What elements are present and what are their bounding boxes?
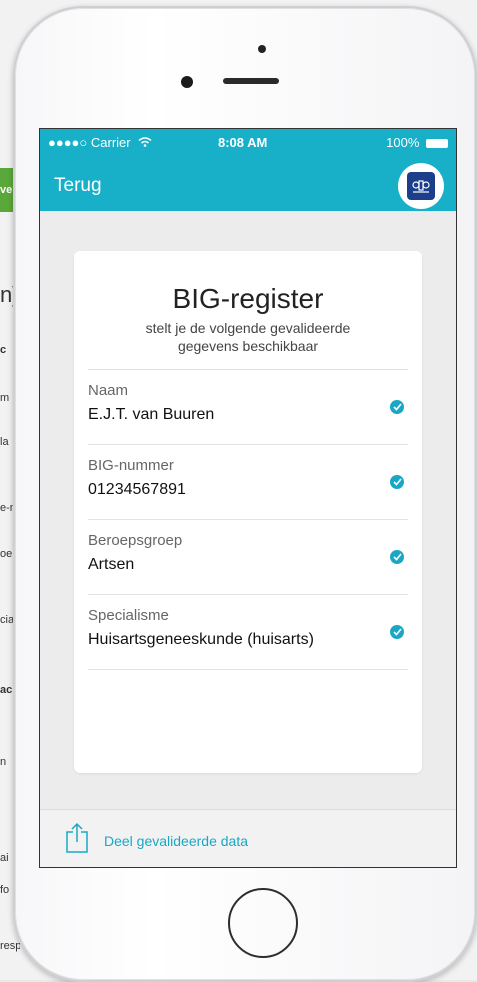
field-value: E.J.T. van Buuren: [88, 406, 215, 423]
back-button[interactable]: Terug: [54, 175, 102, 197]
field-label: Beroepsgroep: [88, 532, 183, 549]
field-row-beroepsgroep: Beroepsgroep Artsen: [88, 519, 408, 594]
battery-icon: [426, 139, 448, 149]
checkmark-icon: [390, 550, 404, 564]
carrier-indicator: ●●●●○ Carrier: [48, 135, 152, 150]
phone-screen: ●●●●○ Carrier 8:08 AM 100% Terug BIG-reg…: [39, 128, 457, 868]
share-label: Deel gevalideerde data: [104, 832, 248, 849]
validated-data-card: BIG-register stelt je de volgende gevali…: [74, 251, 422, 773]
battery-percentage: 100%: [386, 135, 420, 150]
field-row-specialisme: Specialisme Huisartsgeneeskunde (huisart…: [88, 594, 408, 670]
background-green-button: ve: [0, 168, 14, 212]
card-subtitle: stelt je de volgende gevalideerde gegeve…: [145, 320, 351, 354]
card-title: BIG-register: [172, 283, 324, 314]
field-label: BIG-nummer: [88, 457, 174, 474]
clock: 8:08 AM: [218, 135, 268, 150]
field-label: Naam: [88, 382, 129, 399]
home-button[interactable]: [228, 888, 298, 958]
checkmark-icon: [390, 400, 404, 414]
field-list: Naam E.J.T. van Buuren BIG-nummer 012345…: [88, 369, 408, 670]
wifi-icon: [138, 135, 152, 150]
front-camera: [181, 76, 193, 88]
share-validated-data-button[interactable]: Deel gevalideerde data: [64, 822, 248, 859]
field-label: Specialisme: [88, 607, 169, 624]
checkmark-icon: [390, 475, 404, 489]
proximity-sensor: [258, 45, 266, 53]
share-icon: [64, 822, 90, 859]
field-value: Huisartsgeneeskunde (huisarts): [88, 631, 314, 648]
bottom-toolbar: Deel gevalideerde data: [40, 809, 456, 867]
navigation-bar: ●●●●○ Carrier 8:08 AM 100% Terug: [40, 129, 456, 211]
field-row-big-nummer: BIG-nummer 01234567891: [88, 444, 408, 519]
battery-indicator: 100%: [386, 135, 448, 150]
carrier-label: ●●●●○ Carrier: [48, 135, 131, 150]
earpiece-speaker: [223, 78, 279, 84]
field-value: Artsen: [88, 556, 135, 573]
background-fragment: resp: [0, 940, 20, 952]
field-value: 01234567891: [88, 481, 186, 498]
status-bar: ●●●●○ Carrier 8:08 AM 100%: [40, 135, 456, 153]
field-row-naam: Naam E.J.T. van Buuren: [88, 369, 408, 444]
checkmark-icon: [390, 625, 404, 639]
emblem-icon: [398, 163, 444, 209]
